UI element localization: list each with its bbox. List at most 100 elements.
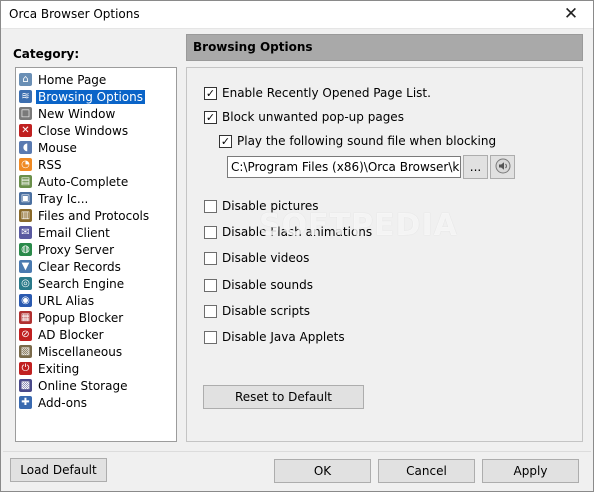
sidebar-item-label: Clear Records xyxy=(38,259,121,274)
play-sound-button[interactable] xyxy=(490,155,515,179)
sidebar-item-search-engine[interactable]: ◎ Search Engine xyxy=(16,275,176,292)
sidebar-item-new-window[interactable]: □ New Window xyxy=(16,105,176,122)
title-bar: Orca Browser Options ✕ xyxy=(1,1,593,29)
sidebar-item-email-client[interactable]: ✉ Email Client xyxy=(16,224,176,241)
sidebar-item-add-ons[interactable]: ✚ Add-ons xyxy=(16,394,176,411)
sidebar-item-proxy-server[interactable]: ◍ Proxy Server xyxy=(16,241,176,258)
auto-complete-icon: ▤ xyxy=(19,175,32,188)
sidebar-item-rss[interactable]: ◔ RSS xyxy=(16,156,176,173)
checkbox-box[interactable]: ✓ xyxy=(204,86,217,100)
online-storage-icon: ▩ xyxy=(19,379,32,392)
sidebar-item-label: Files and Protocols xyxy=(38,208,150,223)
misc-icon: ▧ xyxy=(19,345,32,358)
sidebar-item-label: Browsing Options xyxy=(36,89,145,104)
checkbox-label: Block unwanted pop-up pages xyxy=(222,110,404,124)
checkbox-box[interactable]: ✓ xyxy=(219,134,232,148)
footer-separator xyxy=(3,451,591,452)
close-icon[interactable]: ✕ xyxy=(549,1,593,29)
browsing-icon: ≋ xyxy=(19,90,32,103)
checkbox-box[interactable] xyxy=(204,225,217,239)
sidebar-item-label: New Window xyxy=(38,106,116,121)
checkbox-box[interactable] xyxy=(204,251,217,265)
new-window-icon: □ xyxy=(19,107,32,120)
sidebar-item-label: Home Page xyxy=(38,72,107,87)
apply-button[interactable]: Apply xyxy=(482,459,579,483)
disable-videos-checkbox[interactable]: Disable videos xyxy=(204,251,309,265)
reset-to-default-button[interactable]: Reset to Default xyxy=(203,385,364,409)
block-popups-checkbox[interactable]: ✓ Block unwanted pop-up pages xyxy=(204,110,404,124)
sidebar-item-tray-ic[interactable]: ▣ Tray Ic... xyxy=(16,190,176,207)
load-default-button[interactable]: Load Default xyxy=(10,458,107,482)
search-engine-icon: ◎ xyxy=(19,277,32,290)
checkbox-box[interactable] xyxy=(204,304,217,318)
popup-blocker-icon: ▦ xyxy=(19,311,32,324)
sidebar-item-label: Mouse xyxy=(38,140,77,155)
sidebar-item-label: Online Storage xyxy=(38,378,128,393)
panel-title: Browsing Options xyxy=(193,40,313,54)
sidebar-item-label: Proxy Server xyxy=(38,242,115,257)
checkbox-label: Play the following sound file when block… xyxy=(237,134,497,148)
category-label: Category: xyxy=(13,47,80,61)
sidebar-item-label: Close Windows xyxy=(38,123,129,138)
sidebar-item-clear-records[interactable]: ▼ Clear Records xyxy=(16,258,176,275)
sidebar-item-auto-complete[interactable]: ▤ Auto-Complete xyxy=(16,173,176,190)
rss-icon: ◔ xyxy=(19,158,32,171)
mouse-icon: ◖ xyxy=(19,141,32,154)
sidebar-item-label: Add-ons xyxy=(38,395,87,410)
files-icon: ▥ xyxy=(19,209,32,222)
url-alias-icon: ◉ xyxy=(19,294,32,307)
checkbox-box[interactable]: ✓ xyxy=(204,110,217,124)
sidebar-item-label: Tray Ic... xyxy=(38,191,89,206)
disable-sounds-checkbox[interactable]: Disable sounds xyxy=(204,278,313,292)
speaker-icon xyxy=(495,158,511,177)
home-icon: ⌂ xyxy=(19,73,32,86)
checkbox-label: Enable Recently Opened Page List. xyxy=(222,86,431,100)
checkbox-label: Disable Java Applets xyxy=(222,330,345,344)
sound-file-path-input[interactable]: C:\Program Files (x86)\Orca Browser\kpp.… xyxy=(227,156,461,178)
sidebar-item-ad-blocker[interactable]: ⊘ AD Blocker xyxy=(16,326,176,343)
window-title: Orca Browser Options xyxy=(9,7,140,21)
sidebar-item-online-storage[interactable]: ▩ Online Storage xyxy=(16,377,176,394)
browse-button[interactable]: ... xyxy=(463,155,488,179)
close-windows-icon: ✕ xyxy=(19,124,32,137)
ok-button[interactable]: OK xyxy=(274,459,371,483)
sidebar-item-label: Popup Blocker xyxy=(38,310,124,325)
checkbox-box[interactable] xyxy=(204,199,217,213)
category-tree[interactable]: ⌂ Home Page ≋ Browsing Options □ New Window ✕ C… xyxy=(15,67,177,442)
sidebar-item-label: Search Engine xyxy=(38,276,125,291)
sidebar-item-url-alias[interactable]: ◉ URL Alias xyxy=(16,292,176,309)
checkbox-label: Disable sounds xyxy=(222,278,314,292)
options-window: Orca Browser Options ✕ Category: ⌂ Home P… xyxy=(0,0,594,492)
sidebar-item-label: RSS xyxy=(38,157,62,172)
sidebar-item-label: AD Blocker xyxy=(38,327,104,342)
panel-header: Browsing Options xyxy=(186,34,583,61)
browsing-options-panel: ✓ Enable Recently Opened Page List. ✓ Bl… xyxy=(186,67,583,442)
disable-java-checkbox[interactable]: Disable Java Applets xyxy=(204,330,345,344)
email-icon: ✉ xyxy=(19,226,32,239)
checkbox-box[interactable] xyxy=(204,330,217,344)
proxy-icon: ◍ xyxy=(19,243,32,256)
sidebar-item-label: Miscellaneous xyxy=(38,344,123,359)
sidebar-item-files-and-protocols[interactable]: ▥ Files and Protocols xyxy=(16,207,176,224)
sidebar-item-browsing-options[interactable]: ≋ Browsing Options xyxy=(16,88,176,105)
sidebar-item-mouse[interactable]: ◖ Mouse xyxy=(16,139,176,156)
sidebar-item-popup-blocker[interactable]: ▦ Popup Blocker xyxy=(16,309,176,326)
watermark-logo: SOFTPEDIA xyxy=(259,208,458,243)
sidebar-item-miscellaneous[interactable]: ▧ Miscellaneous xyxy=(16,343,176,360)
sidebar-item-label: URL Alias xyxy=(38,293,95,308)
sidebar-item-home-page[interactable]: ⌂ Home Page xyxy=(16,71,176,88)
cancel-button[interactable]: Cancel xyxy=(378,459,475,483)
sidebar-item-label: Auto-Complete xyxy=(38,174,129,189)
disable-scripts-checkbox[interactable]: Disable scripts xyxy=(204,304,310,318)
recent-list-checkbox[interactable]: ✓ Enable Recently Opened Page List. xyxy=(204,86,431,100)
tray-icon: ▣ xyxy=(19,192,32,205)
checkbox-label: Disable videos xyxy=(222,251,310,265)
add-ons-icon: ✚ xyxy=(19,396,32,409)
ad-blocker-icon: ⊘ xyxy=(19,328,32,341)
trash-icon: ▼ xyxy=(19,260,32,273)
checkbox-box[interactable] xyxy=(204,278,217,292)
sidebar-item-close-windows[interactable]: ✕ Close Windows xyxy=(16,122,176,139)
play-sound-checkbox[interactable]: ✓ Play the following sound file when blo… xyxy=(219,134,496,148)
sidebar-item-exiting[interactable]: ⏻ Exiting xyxy=(16,360,176,377)
sidebar-item-label: Email Client xyxy=(38,225,110,240)
